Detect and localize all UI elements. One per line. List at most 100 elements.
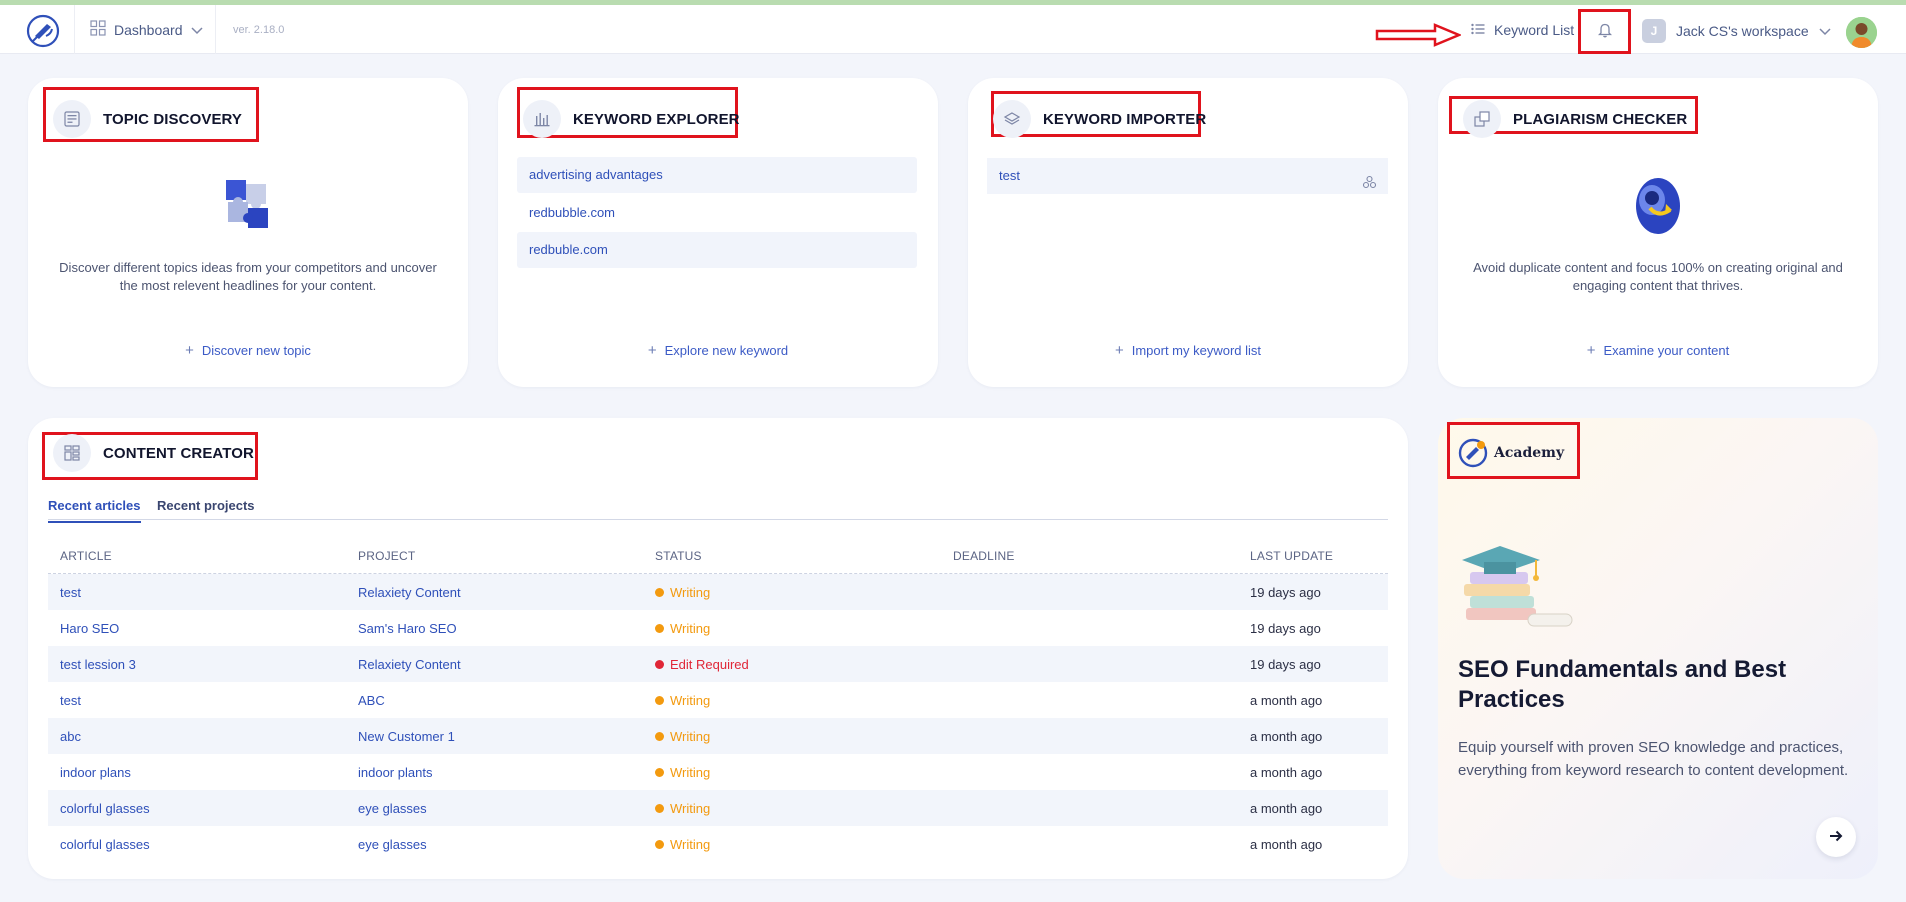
graduation-books-illustration [1462,546,1573,627]
project-link[interactable]: eye glasses [358,801,427,816]
column-header: DEADLINE [953,549,1015,563]
keyword-item[interactable]: redbuble.com [517,232,917,268]
table-row[interactable]: Haro SEO Sam's Haro SEO Writing 19 days ago [48,610,1388,646]
table-row[interactable]: colorful glasses eye glasses Writing a mont… [48,790,1388,826]
status-dot-icon [655,804,664,813]
action-label: Import my keyword list [1131,343,1262,358]
plus-icon: + [1114,342,1124,359]
top-header: Dashboard ver. 2.18.0 Keyword List J Jac… [0,5,1906,54]
article-link[interactable]: indoor plans [60,765,131,780]
table-row[interactable]: indoor plans indoor plants Writing a month … [48,754,1388,790]
project-link[interactable]: New Customer 1 [358,729,455,744]
status-badge: Writing [655,693,710,708]
card-header: PLAGIARISM CHECKER [1463,100,1687,138]
workspace-dropdown[interactable]: J Jack CS's workspace [1642,19,1831,43]
table-row[interactable]: test Relaxiety Content Writing 19 days ago [48,574,1388,610]
topic-discovery-icon [53,100,91,138]
keyword-item[interactable]: redbubble.com [517,195,917,231]
status-text: Writing [670,765,711,780]
tab-recent-articles[interactable]: Recent articles [48,498,141,523]
status-text: Writing [670,729,711,744]
article-link[interactable]: colorful glasses [60,837,150,852]
academy-logo-icon [1458,438,1488,468]
status-dot-icon [655,588,664,597]
plagiarism-illustration [1636,178,1680,234]
status-badge: Edit Required [655,657,749,672]
list-name: test [999,168,1020,183]
version-label: ver. 2.18.0 [233,24,285,36]
keyword-importer-card: KEYWORD IMPORTER test + Import my keyword… [968,78,1408,387]
header-divider [215,5,216,54]
list-icon [1471,22,1485,38]
table-row[interactable]: colorful glasses eye glasses Writing a mont… [48,826,1388,862]
status-badge: Writing [655,801,710,816]
import-keyword-list-button[interactable]: + Import my keyword list [968,342,1408,359]
header-divider [74,5,75,54]
article-link[interactable]: abc [60,729,81,744]
column-header: STATUS [655,549,702,563]
workspace-badge: J [1642,19,1666,43]
grid-icon [90,20,106,39]
arrow-right-icon [1829,829,1843,846]
last-update-cell: a month ago [1250,729,1323,744]
keyword-item[interactable]: advertising advantages [517,157,917,193]
last-update-cell: a month ago [1250,765,1323,780]
app-logo[interactable] [26,14,60,48]
notifications-button[interactable] [1578,9,1631,54]
project-link[interactable]: Relaxiety Content [358,585,461,600]
last-update-cell: 19 days ago [1250,621,1321,636]
status-badge: Writing [655,837,710,852]
explore-new-keyword-button[interactable]: + Explore new keyword [498,342,938,359]
action-label: Discover new topic [201,343,311,358]
card-header: CONTENT CREATOR [53,434,254,472]
plus-icon: + [1586,342,1596,359]
duplicate-icon [1463,100,1501,138]
card-header: TOPIC DISCOVERY [53,100,242,138]
status-badge: Writing [655,621,710,636]
project-link[interactable]: eye glasses [358,837,427,852]
table-header: ARTICLE PROJECT STATUS DEADLINE LAST UPD… [48,538,1388,574]
project-link[interactable]: Sam's Haro SEO [358,621,457,636]
status-text: Writing [670,837,711,852]
column-header: PROJECT [358,549,416,563]
user-avatar[interactable] [1846,17,1877,48]
column-header: ARTICLE [60,549,112,563]
plus-icon: + [647,342,657,359]
academy-next-button[interactable] [1816,817,1856,857]
table-row[interactable]: test ABC Writing a month ago [48,682,1388,718]
status-dot-icon [655,768,664,777]
academy-logo-text: Academy [1494,445,1565,461]
article-link[interactable]: test [60,585,81,600]
content-creator-card: CONTENT CREATOR Recent articles Recent p… [28,418,1408,879]
status-text: Writing [670,801,711,816]
status-badge: Writing [655,765,710,780]
puzzle-illustration [226,180,268,228]
cluster-icon[interactable] [1362,168,1377,204]
tab-recent-projects[interactable]: Recent projects [157,498,255,521]
project-link[interactable]: Relaxiety Content [358,657,461,672]
examine-content-button[interactable]: + Examine your content [1438,342,1878,359]
table-row[interactable]: abc New Customer 1 Writing a month ago [48,718,1388,754]
article-link[interactable]: Haro SEO [60,621,119,636]
plus-icon: + [185,342,194,359]
article-link[interactable]: colorful glasses [60,801,150,816]
imported-list-item[interactable]: test [987,158,1388,194]
academy-card[interactable]: Academy SEO Fundamentals and Best Practi… [1438,418,1878,879]
topic-discovery-card: TOPIC DISCOVERY Discover different topic… [28,78,468,387]
last-update-cell: a month ago [1250,837,1323,852]
action-label: Examine your content [1603,343,1730,358]
action-label: Explore new keyword [664,343,789,358]
content-creator-icon [53,434,91,472]
project-link[interactable]: indoor plants [358,765,432,780]
discover-new-topic-button[interactable]: + Discover new topic [28,342,468,359]
article-link[interactable]: test lession 3 [60,657,136,672]
project-link[interactable]: ABC [358,693,385,708]
keyword-list-link[interactable]: Keyword List [1471,22,1574,38]
chevron-down-icon [190,22,203,38]
academy-title: SEO Fundamentals and Best Practices [1458,656,1787,713]
article-link[interactable]: test [60,693,81,708]
table-row[interactable]: test lession 3 Relaxiety Content Edit Requ… [48,646,1388,682]
status-text: Writing [670,693,711,708]
dashboard-dropdown[interactable]: Dashboard [90,20,203,39]
keyword-explorer-icon [523,100,561,138]
